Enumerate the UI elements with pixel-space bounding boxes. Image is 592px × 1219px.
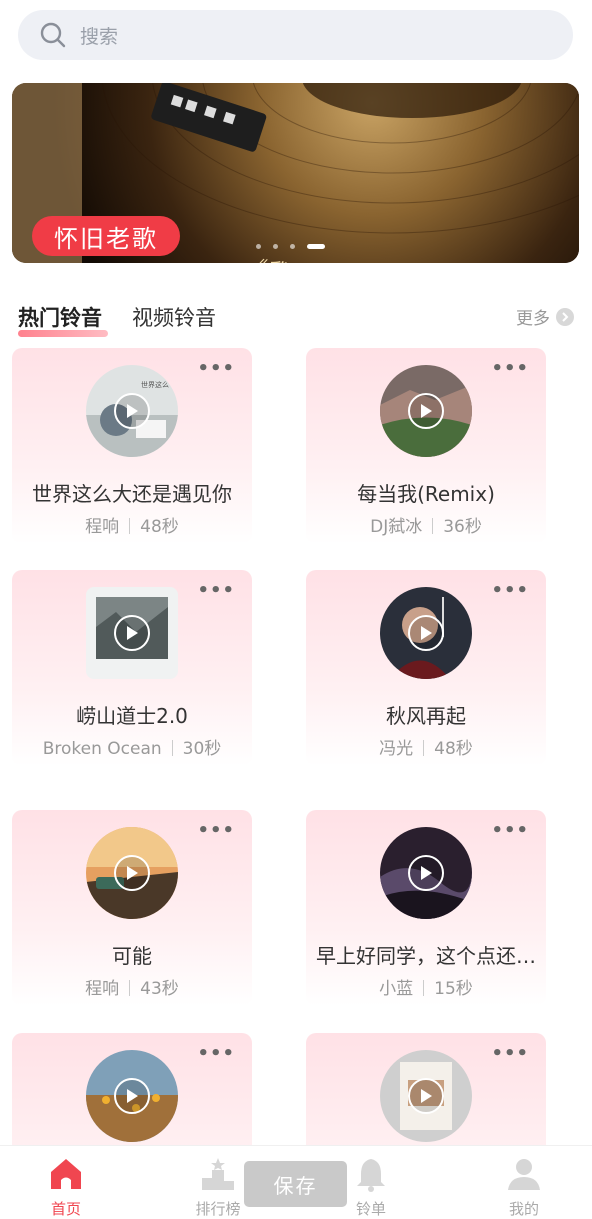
carousel-dot[interactable] bbox=[256, 244, 261, 249]
more-options-icon[interactable]: ••• bbox=[491, 580, 529, 601]
meta-divider bbox=[129, 980, 131, 996]
app-root: 搜索 怀旧老歌 热门铃音 视频铃音 更多 ••• 世界这么 世界这么大还是遇见你… bbox=[0, 0, 592, 1219]
card-artist: 小蓝 bbox=[379, 979, 414, 999]
more-label: 更多 bbox=[516, 309, 550, 329]
nav-profile[interactable]: 我的 bbox=[484, 1146, 564, 1219]
ringtone-card[interactable]: ••• 崂山道士2.0 Broken Ocean 30秒 bbox=[12, 570, 252, 766]
meta-divider bbox=[171, 740, 173, 756]
card-artist: Broken Ocean bbox=[42, 739, 162, 759]
card-title: 秋风再起 bbox=[386, 704, 466, 728]
nav-label: 首页 bbox=[50, 1200, 81, 1218]
play-button[interactable] bbox=[114, 855, 150, 891]
carousel-dot[interactable] bbox=[273, 244, 278, 249]
svg-text:世界这么: 世界这么 bbox=[141, 380, 169, 389]
card-duration: 15秒 bbox=[434, 979, 473, 999]
card-title: 可能 bbox=[112, 944, 152, 968]
section-tabs: 热门铃音 视频铃音 更多 bbox=[18, 300, 574, 337]
card-title: 每当我(Remix) bbox=[357, 482, 495, 506]
play-button[interactable] bbox=[408, 393, 444, 429]
more-options-icon[interactable]: ••• bbox=[197, 580, 235, 601]
meta-divider bbox=[423, 740, 425, 756]
nav-home[interactable]: 首页 bbox=[26, 1146, 106, 1219]
carousel-dot-active[interactable] bbox=[307, 244, 325, 249]
play-button[interactable] bbox=[114, 393, 150, 429]
card-artist: 冯光 bbox=[379, 739, 414, 759]
ringtone-card[interactable]: ••• 秋风再起 冯光 48秒 bbox=[306, 570, 546, 766]
card-artist: 程响 bbox=[85, 979, 120, 999]
home-icon bbox=[51, 1159, 81, 1189]
search-placeholder: 搜索 bbox=[80, 25, 119, 48]
play-button[interactable] bbox=[408, 1078, 444, 1114]
card-title: 世界这么大还是遇见你 bbox=[32, 482, 232, 506]
carousel-dots bbox=[256, 244, 325, 249]
banner-carousel[interactable]: 《我的未来不是梦》 怀旧老歌 bbox=[12, 83, 579, 263]
more-options-icon[interactable]: ••• bbox=[491, 820, 529, 841]
card-meta: 程响 43秒 bbox=[12, 974, 252, 999]
banner-tag[interactable]: 怀旧老歌 bbox=[32, 216, 180, 256]
card-meta: DJ弑冰 36秒 bbox=[306, 512, 546, 537]
tab-video-ringtones[interactable]: 视频铃音 bbox=[132, 302, 216, 332]
meta-divider bbox=[129, 518, 131, 534]
card-meta: 小蓝 15秒 bbox=[306, 974, 546, 999]
user-icon bbox=[508, 1159, 540, 1190]
search-icon bbox=[40, 22, 66, 48]
ringtone-card[interactable]: ••• 世界这么 世界这么大还是遇见你 程响 48秒 bbox=[12, 348, 252, 544]
meta-divider bbox=[423, 980, 425, 996]
card-duration: 48秒 bbox=[434, 739, 473, 759]
card-meta: Broken Ocean 30秒 bbox=[12, 734, 252, 759]
ringtone-card[interactable]: ••• 可能 程响 43秒 bbox=[12, 810, 252, 1006]
card-duration: 30秒 bbox=[182, 739, 222, 759]
card-duration: 36秒 bbox=[443, 517, 482, 537]
bell-icon bbox=[357, 1159, 385, 1192]
nav-label: 我的 bbox=[508, 1200, 539, 1218]
card-meta: 冯光 48秒 bbox=[306, 734, 546, 759]
card-artist: 程响 bbox=[85, 517, 120, 537]
ringtone-card[interactable]: ••• 每当我(Remix) DJ弑冰 36秒 bbox=[306, 348, 546, 544]
card-duration: 43秒 bbox=[140, 979, 179, 999]
card-artist: DJ弑冰 bbox=[370, 517, 423, 537]
meta-divider bbox=[432, 518, 434, 534]
play-button[interactable] bbox=[114, 1078, 150, 1114]
card-duration: 48秒 bbox=[140, 517, 179, 537]
play-button[interactable] bbox=[408, 855, 444, 891]
card-title: 崂山道士2.0 bbox=[76, 704, 188, 728]
carousel-dot[interactable] bbox=[290, 244, 295, 249]
more-options-icon[interactable]: ••• bbox=[197, 1043, 235, 1064]
more-options-icon[interactable]: ••• bbox=[491, 358, 529, 379]
card-meta: 程响 48秒 bbox=[12, 512, 252, 537]
more-options-icon[interactable]: ••• bbox=[197, 820, 235, 841]
tab-hot-ringtones[interactable]: 热门铃音 bbox=[18, 302, 108, 337]
chevron-right-icon bbox=[556, 307, 574, 326]
search-bar[interactable]: 搜索 bbox=[18, 10, 573, 60]
card-title: 早上好同学，这个点还… bbox=[316, 944, 536, 968]
more-options-icon[interactable]: ••• bbox=[491, 1043, 529, 1064]
more-options-icon[interactable]: ••• bbox=[197, 358, 235, 379]
more-link[interactable]: 更多 bbox=[516, 304, 574, 329]
podium-icon bbox=[202, 1158, 234, 1190]
ringtone-card[interactable]: ••• 早上好同学，这个点还… 小蓝 15秒 bbox=[306, 810, 546, 1006]
play-button[interactable] bbox=[408, 615, 444, 651]
save-button[interactable]: 保存 bbox=[244, 1161, 347, 1207]
play-button[interactable] bbox=[114, 615, 150, 651]
